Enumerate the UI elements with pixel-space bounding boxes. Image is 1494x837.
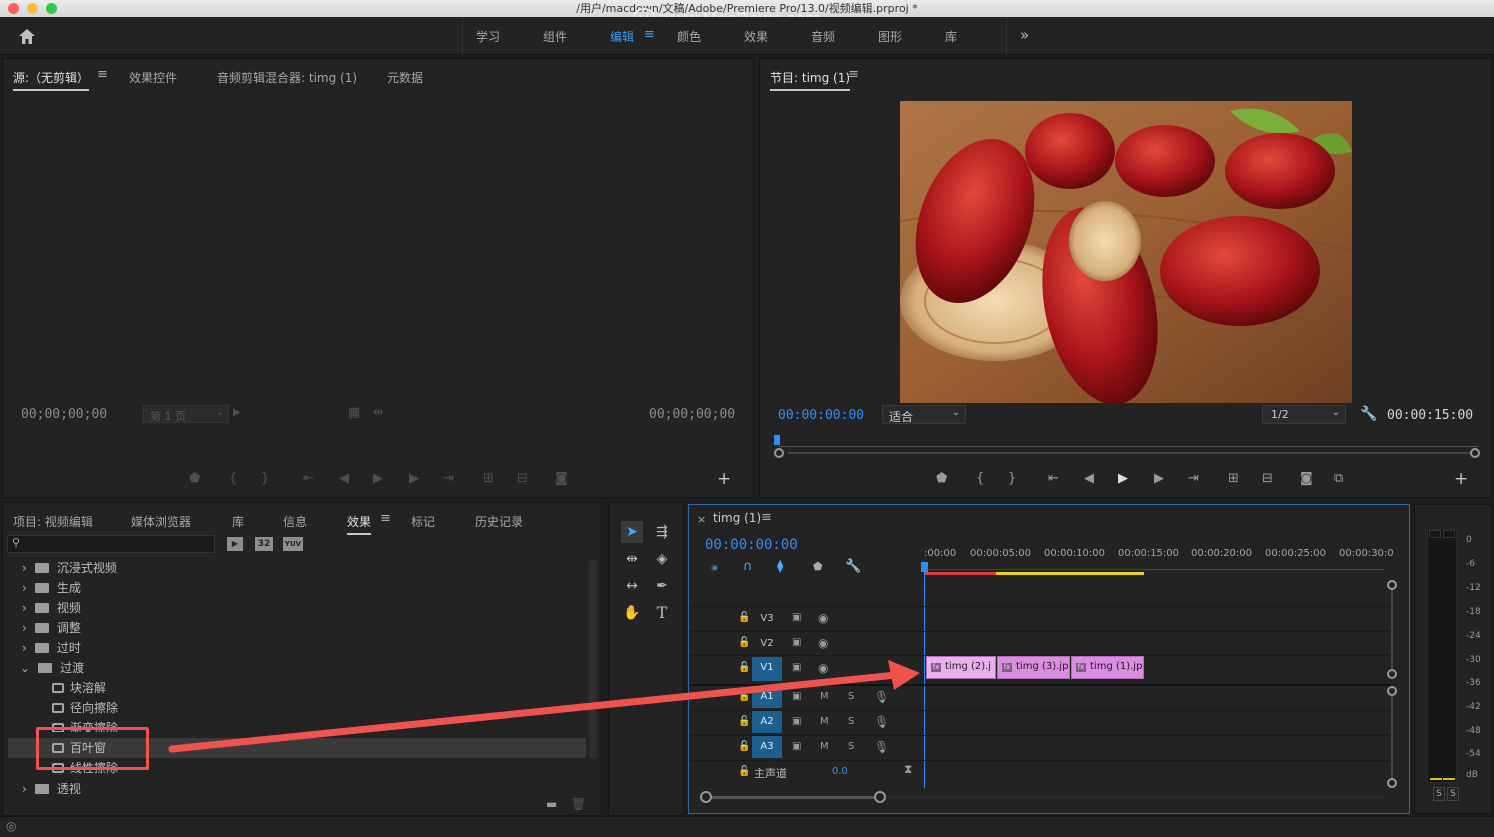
annotation-arrow (168, 660, 920, 753)
